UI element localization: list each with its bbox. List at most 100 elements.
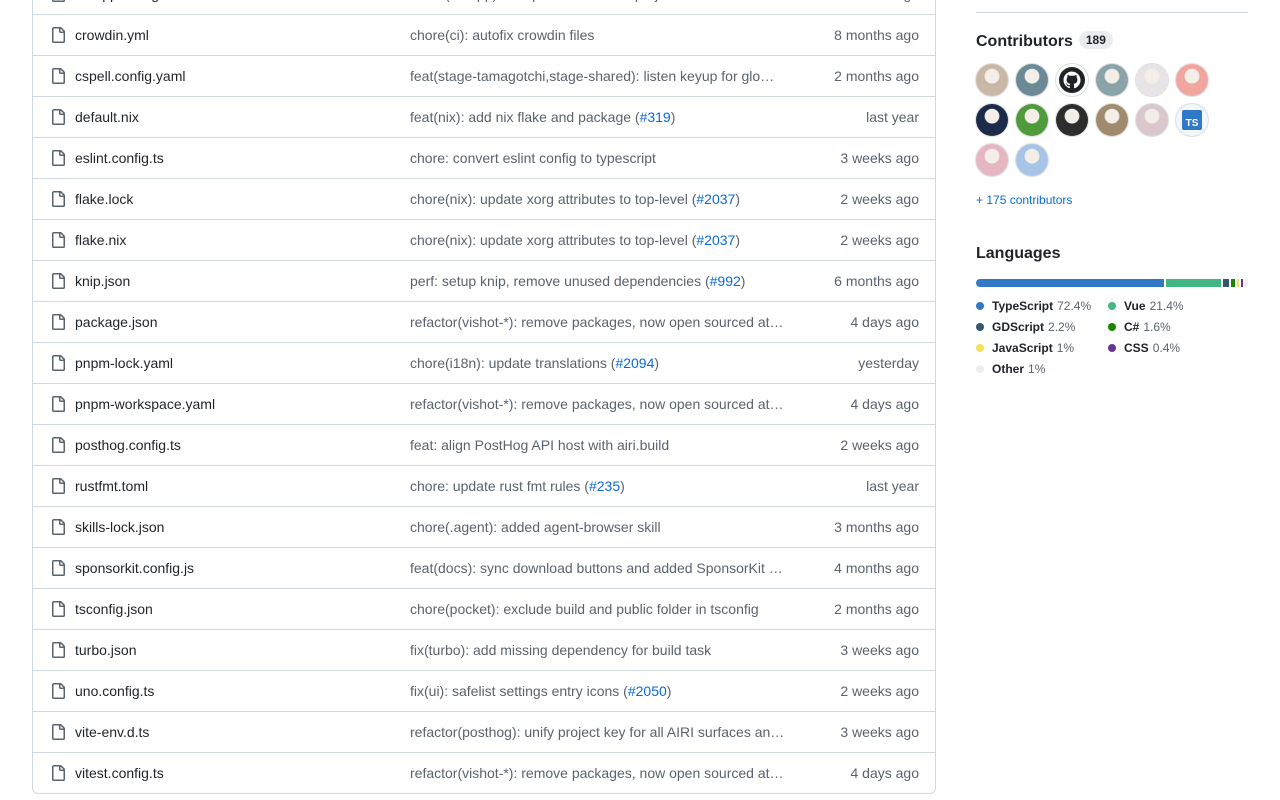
file-row[interactable]: package.json refactor(vishot-*): remove p… (33, 301, 935, 342)
commit-message-link[interactable]: fix(turbo): add missing dependency for b… (410, 642, 802, 658)
avatar-cat-icon[interactable] (976, 64, 1008, 96)
avatar-logo-icon[interactable] (1056, 104, 1088, 136)
file-name-link[interactable]: pnpm-workspace.yaml (75, 396, 215, 412)
commit-message-text[interactable]: chore(i18n): update translations ( (410, 355, 615, 371)
commit-message-link[interactable]: chore(.agent): added agent-browser skill (410, 519, 802, 535)
file-name-link[interactable]: crowdin.yml (75, 27, 149, 43)
commit-message-text[interactable]: chore: convert eslint config to typescri… (410, 150, 656, 166)
commit-message-link[interactable]: chore(nix): update xorg attributes to to… (410, 232, 802, 248)
commit-message-link[interactable]: feat(nix): add nix flake and package (#3… (410, 109, 802, 125)
file-row[interactable]: turbo.json fix(turbo): add missing depend… (33, 629, 935, 670)
file-name-link[interactable]: cspell.config.yaml (75, 68, 186, 84)
file-row[interactable]: vitest.config.ts refactor(vishot-*): remo… (33, 752, 935, 793)
commit-message-text[interactable]: refactor(vishot-*): remove packages, now… (410, 396, 784, 412)
commit-message-text[interactable]: chore(nix): update xorg attributes to to… (410, 191, 696, 207)
avatar-blue-icon[interactable] (1016, 144, 1048, 176)
file-name-link[interactable]: vitest.config.ts (75, 765, 164, 781)
file-row[interactable]: eslint.config.ts chore: convert eslint co… (33, 137, 935, 178)
file-row[interactable]: tsconfig.json chore(pocket): exclude buil… (33, 588, 935, 629)
file-row[interactable]: flake.nix chore(nix): update xorg attribu… (33, 219, 935, 260)
pull-request-link[interactable]: #992 (710, 273, 741, 289)
file-row[interactable]: bumpp.config.ts chore(bumpp): bump versio… (33, 0, 935, 14)
file-name-link[interactable]: package.json (75, 314, 158, 330)
commit-message-link[interactable]: chore(nix): update xorg attributes to to… (410, 191, 802, 207)
avatar-person-icon[interactable] (1096, 104, 1128, 136)
commit-message-text[interactable]: chore: update rust fmt rules ( (410, 478, 589, 494)
commit-message-text[interactable]: chore(pocket): exclude build and public … (410, 601, 759, 617)
typescript-icon[interactable]: TS (1176, 104, 1208, 136)
file-row[interactable]: uno.config.ts fix(ui): safelist settings … (33, 670, 935, 711)
pull-request-link[interactable]: #2037 (696, 232, 735, 248)
avatar-white-hair-icon[interactable] (1136, 64, 1168, 96)
file-name-link[interactable]: tsconfig.json (75, 601, 153, 617)
contributors-heading[interactable]: Contributors 189 (976, 31, 1113, 51)
commit-message-link[interactable]: feat(stage-tamagotchi,stage-shared): lis… (410, 68, 802, 84)
language-item[interactable]: GDScript 2.2% (976, 320, 1075, 334)
file-name-link[interactable]: default.nix (75, 109, 139, 125)
commit-message-link[interactable]: feat(docs): sync download buttons and ad… (410, 560, 802, 576)
file-row[interactable]: pnpm-lock.yaml chore(i18n): update transl… (33, 342, 935, 383)
commit-message-text[interactable]: refactor(vishot-*): remove packages, now… (410, 314, 784, 330)
github-icon[interactable] (1056, 64, 1088, 96)
file-name-link[interactable]: knip.json (75, 273, 130, 289)
language-item[interactable]: JavaScript 1% (976, 341, 1074, 355)
avatar-pink-anime-icon[interactable] (976, 144, 1008, 176)
avatar-dolphin-icon[interactable] (1096, 64, 1128, 96)
commit-message-text[interactable]: fix(ui): safelist settings entry icons ( (410, 683, 628, 699)
commit-message-link[interactable]: fix(ui): safelist settings entry icons (… (410, 683, 802, 699)
language-item[interactable]: Vue 21.4% (1108, 299, 1184, 313)
commit-message-link[interactable]: refactor(posthog): unify project key for… (410, 724, 802, 740)
commit-message-link[interactable]: chore(i18n): update translations (#2094) (410, 355, 802, 371)
file-row[interactable]: pnpm-workspace.yaml refactor(vishot-*): r… (33, 383, 935, 424)
file-row[interactable]: flake.lock chore(nix): update xorg attrib… (33, 178, 935, 219)
file-name-link[interactable]: flake.nix (75, 232, 126, 248)
pull-request-link[interactable]: #235 (589, 478, 620, 494)
file-name-link[interactable]: posthog.config.ts (75, 437, 181, 453)
contributors-title[interactable]: Contributors (976, 33, 1073, 50)
commit-message-link[interactable]: refactor(vishot-*): remove packages, now… (410, 314, 802, 330)
file-name-link[interactable]: turbo.json (75, 642, 136, 658)
pull-request-link[interactable]: #2050 (628, 683, 667, 699)
commit-message-text[interactable]: feat(docs): sync download buttons and ad… (410, 560, 783, 576)
file-name-link[interactable]: vite-env.d.ts (75, 724, 149, 740)
commit-message-text[interactable]: feat: align PostHog API host with airi.b… (410, 437, 669, 453)
file-row[interactable]: posthog.config.ts feat: align PostHog API… (33, 424, 935, 465)
file-name-link[interactable]: uno.config.ts (75, 683, 154, 699)
avatar-anime-icon[interactable] (1016, 64, 1048, 96)
commit-message-text[interactable]: refactor(posthog): unify project key for… (410, 724, 784, 740)
language-item[interactable]: TypeScript 72.4% (976, 299, 1091, 313)
commit-message-link[interactable]: chore(ci): autofix crowdin files (410, 27, 802, 43)
commit-message-text[interactable]: fix(turbo): add missing dependency for b… (410, 642, 711, 658)
commit-message-text[interactable]: feat(stage-tamagotchi,stage-shared): lis… (410, 68, 774, 84)
commit-message-text[interactable]: refactor(vishot-*): remove packages, now… (410, 765, 784, 781)
commit-message-text[interactable]: chore(nix): update xorg attributes to to… (410, 232, 696, 248)
file-row[interactable]: skills-lock.json chore(.agent): added age… (33, 506, 935, 547)
file-row[interactable]: cspell.config.yaml feat(stage-tamagotchi,… (33, 55, 935, 96)
file-row[interactable]: default.nix feat(nix): add nix flake and … (33, 96, 935, 137)
file-row[interactable]: sponsorkit.config.js feat(docs): sync dow… (33, 547, 935, 588)
file-name-link[interactable]: flake.lock (75, 191, 133, 207)
language-item[interactable]: C# 1.6% (1108, 320, 1171, 334)
pull-request-link[interactable]: #2094 (615, 355, 654, 371)
avatar-bird-icon[interactable] (1176, 64, 1208, 96)
avatar-girl-icon[interactable] (1136, 104, 1168, 136)
more-contributors-link[interactable]: + 175 contributors (976, 193, 1072, 207)
file-row[interactable]: vite-env.d.ts refactor(posthog): unify pr… (33, 711, 935, 752)
commit-message-link[interactable]: perf: setup knip, remove unused dependen… (410, 273, 802, 289)
language-item[interactable]: Other 1% (976, 362, 1045, 376)
commit-message-link[interactable]: chore: convert eslint config to typescri… (410, 150, 802, 166)
file-row[interactable]: rustfmt.toml chore: update rust fmt rules… (33, 465, 935, 506)
file-name-link[interactable]: pnpm-lock.yaml (75, 355, 173, 371)
commit-message-link[interactable]: feat: align PostHog API host with airi.b… (410, 437, 802, 453)
file-name-link[interactable]: rustfmt.toml (75, 478, 148, 494)
file-name-link[interactable]: eslint.config.ts (75, 150, 164, 166)
commit-message-link[interactable]: chore: update rust fmt rules (#235) (410, 478, 802, 494)
file-row[interactable]: crowdin.yml chore(ci): autofix crowdin fi… (33, 14, 935, 55)
commit-message-text[interactable]: feat(nix): add nix flake and package ( (410, 109, 640, 125)
commit-message-link[interactable]: chore(bumpp): bump versions in JS projec… (410, 0, 802, 2)
file-name-link[interactable]: skills-lock.json (75, 519, 164, 535)
commit-message-text[interactable]: chore(.agent): added agent-browser skill (410, 519, 661, 535)
file-row[interactable]: knip.json perf: setup knip, remove unused… (33, 260, 935, 301)
pull-request-link[interactable]: #319 (640, 109, 671, 125)
commit-message-link[interactable]: chore(pocket): exclude build and public … (410, 601, 802, 617)
